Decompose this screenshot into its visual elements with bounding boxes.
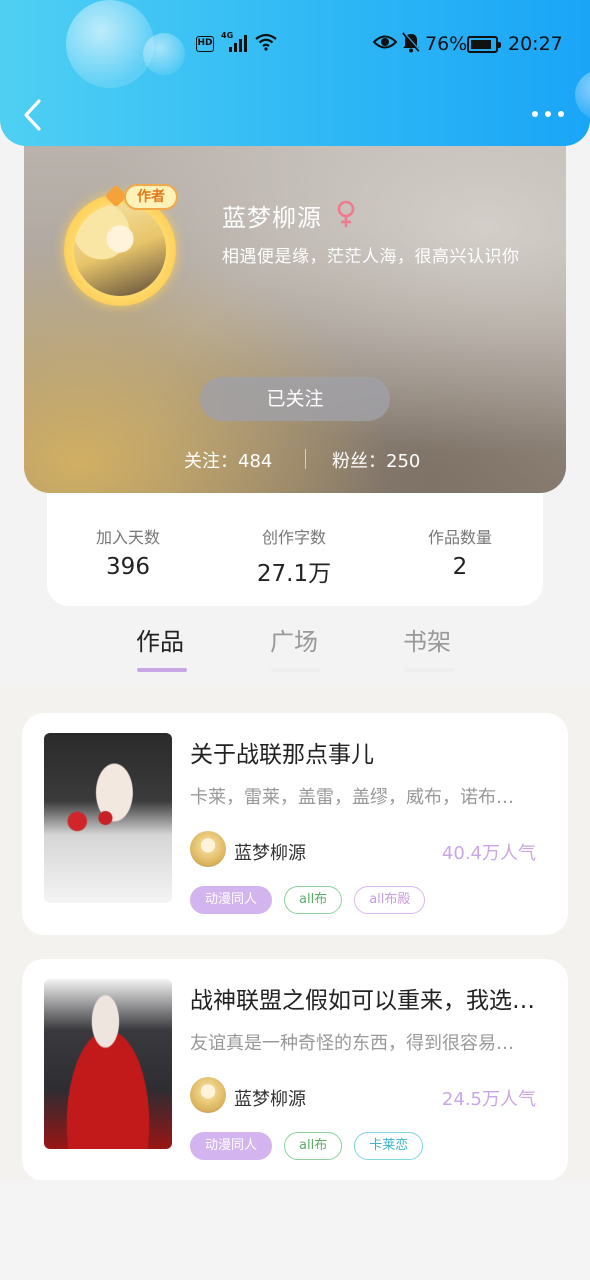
wifi-icon (255, 33, 277, 51)
stat-value: 2 (452, 554, 468, 580)
tag-list: 动漫同人 all布 all布殿 (190, 886, 426, 914)
stat-label: 创作字数 (261, 528, 326, 547)
more-options-icon[interactable] (530, 104, 566, 124)
author-name: 蓝梦柳源 (234, 1089, 306, 1110)
profile-name: 蓝梦柳源 (222, 204, 322, 232)
work-description: 卡莱，雷莱，盖雷，盖缪，威布，诺布… (190, 787, 514, 808)
eye-icon (373, 35, 397, 49)
work-cover-image (44, 979, 172, 1149)
decor-bubble (575, 70, 590, 120)
stat-join-days: 加入天数 396 (58, 524, 198, 580)
follow-stats: 关注：484 粉丝：250 (24, 447, 566, 473)
work-description: 友谊真是一种奇怪的东西，得到很容易… (190, 1033, 514, 1054)
tag-chip[interactable]: all布殿 (354, 886, 426, 914)
tag-chip[interactable]: all布 (284, 1132, 343, 1160)
back-arrow-icon[interactable] (18, 98, 48, 132)
tag-chip[interactable]: 动漫同人 (190, 886, 273, 914)
avatar (74, 204, 166, 296)
top-header: HD 4G 76% 20:27 (0, 0, 590, 146)
author-name: 蓝梦柳源 (234, 843, 306, 864)
tab-square[interactable]: 广场 (270, 622, 318, 657)
author-avatar (190, 1077, 226, 1113)
tag-chip[interactable]: 动漫同人 (190, 1132, 273, 1160)
content-tabs: 作品 广场 书架 (0, 622, 590, 678)
hd-icon: HD (196, 36, 214, 52)
popularity-count: 24.5万人气 (441, 1089, 536, 1110)
work-card[interactable]: 战神联盟之假如可以重来，我选… 友谊真是一种奇怪的东西，得到很容易… 蓝梦柳源 … (22, 959, 568, 1181)
clock: 20:27 (508, 33, 563, 55)
profile-card: 作者 蓝梦柳源 相遇便是缘，茫茫人海，很高兴认识你 已关注 关注：484 粉丝：… (24, 116, 566, 493)
following-count[interactable]: 关注：484 (184, 447, 272, 473)
work-title: 关于战联那点事儿 (190, 742, 374, 768)
battery-percent: 76% (425, 33, 468, 55)
tag-chip[interactable]: 卡莱恋 (354, 1132, 424, 1160)
female-icon (337, 200, 355, 227)
tab-indicator (271, 668, 321, 672)
work-card[interactable]: 关于战联那点事儿 卡莱，雷莱，盖雷，盖缪，威布，诺布… 蓝梦柳源 40.4万人气… (22, 713, 568, 935)
stat-value: 27.1万 (256, 561, 332, 587)
followed-button[interactable]: 已关注 (200, 377, 390, 421)
profile-avatar[interactable]: 作者 (64, 184, 182, 306)
stat-label: 作品数量 (427, 528, 492, 547)
popularity-count: 40.4万人气 (441, 843, 536, 864)
author-badge: 作者 (124, 184, 178, 210)
work-cover-image (44, 733, 172, 903)
divider (305, 449, 306, 469)
signal-icon (229, 35, 251, 52)
stats-card: 加入天数 396 创作字数 27.1万 作品数量 2 (47, 488, 543, 606)
works-list: 关于战联那点事儿 卡莱，雷莱，盖雷，盖缪，威布，诺布… 蓝梦柳源 40.4万人气… (0, 686, 590, 1181)
bottom-blank-area (0, 1180, 590, 1280)
status-bar: HD 4G 76% 20:27 (0, 28, 590, 62)
work-title: 战神联盟之假如可以重来，我选… (190, 988, 535, 1014)
tab-indicator (404, 668, 454, 672)
mute-bell-icon (402, 32, 421, 53)
tab-works[interactable]: 作品 (136, 622, 184, 657)
stat-label: 加入天数 (95, 528, 160, 547)
tab-bookshelf[interactable]: 书架 (403, 622, 451, 657)
tab-indicator-active (137, 668, 187, 672)
stat-works-count: 作品数量 2 (390, 524, 530, 580)
fans-count[interactable]: 粉丝：250 (332, 447, 420, 473)
profile-bio: 相遇便是缘，茫茫人海，很高兴认识你 (222, 247, 520, 267)
tag-list: 动漫同人 all布 卡莱恋 (190, 1132, 424, 1160)
battery-icon (467, 36, 501, 53)
tag-chip[interactable]: all布 (284, 886, 343, 914)
stat-word-count: 创作字数 27.1万 (224, 524, 364, 588)
stat-value: 396 (106, 554, 150, 580)
author-avatar (190, 831, 226, 867)
